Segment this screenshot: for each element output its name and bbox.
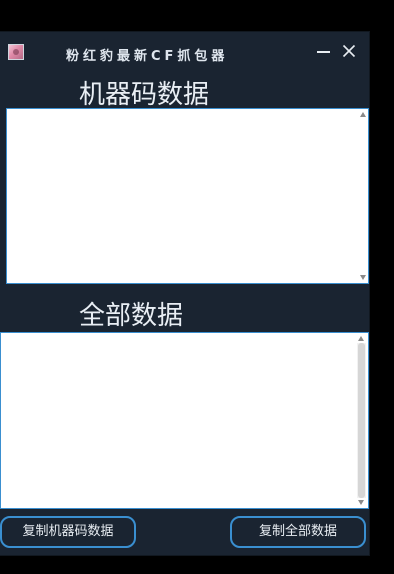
minimize-button[interactable] <box>313 40 335 62</box>
title-bar[interactable]: 粉红豹最新CF抓包器 <box>0 32 369 72</box>
all-data-textarea[interactable] <box>0 332 369 509</box>
scrollbar-thumb[interactable] <box>358 343 365 498</box>
close-button[interactable] <box>338 40 360 62</box>
all-data-scrollbar[interactable] <box>357 334 366 507</box>
copy-all-data-button[interactable]: 复制全部数据 <box>230 516 366 548</box>
machine-code-textarea[interactable] <box>6 108 369 284</box>
minimize-icon <box>317 51 330 53</box>
close-icon <box>342 44 356 58</box>
scroll-down-arrow-icon[interactable] <box>358 500 364 505</box>
scroll-up-arrow-icon[interactable] <box>358 336 364 341</box>
scroll-up-arrow-icon[interactable] <box>360 112 366 117</box>
copy-machine-code-button[interactable]: 复制机器码数据 <box>0 516 136 548</box>
app-window: 粉红豹最新CF抓包器 机器码数据 全部数据 复制机器码数据 复制全部数据 <box>0 32 369 555</box>
scroll-down-arrow-icon[interactable] <box>360 275 366 280</box>
all-data-label: 全部数据 <box>79 301 184 331</box>
machine-code-scrollbar[interactable] <box>359 110 368 282</box>
app-icon <box>8 44 24 60</box>
machine-code-label: 机器码数据 <box>79 80 210 110</box>
window-title: 粉红豹最新CF抓包器 <box>66 49 229 64</box>
